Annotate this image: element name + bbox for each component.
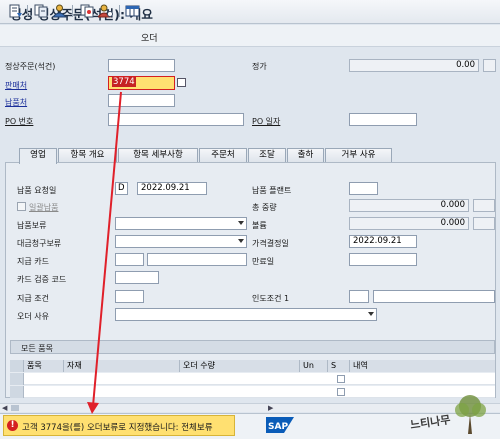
annotation-arrow	[87, 91, 122, 414]
tab-sales[interactable]: 영업	[19, 148, 57, 164]
